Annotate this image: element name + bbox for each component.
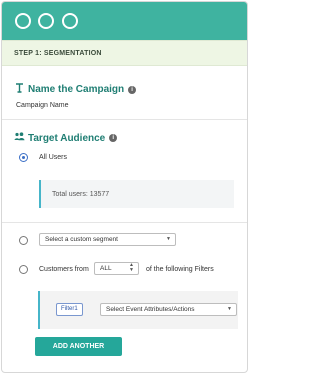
customers-scope-select[interactable]: ALL ▲ ▼ bbox=[94, 262, 139, 275]
window-circle-icon[interactable] bbox=[62, 13, 78, 29]
filter-tag: Filter1 bbox=[56, 303, 83, 316]
add-another-button[interactable]: ADD ANOTHER bbox=[35, 337, 122, 356]
divider bbox=[2, 222, 247, 223]
campaign-title-text: Name the Campaign bbox=[28, 84, 125, 95]
filter-row: Filter1 Select Event Attributes/Actions … bbox=[38, 291, 238, 329]
custom-segment-radio[interactable] bbox=[19, 236, 28, 245]
campaign-name-label: Campaign Name bbox=[16, 102, 69, 109]
app-window: STEP 1: SEGMENTATION Name the Campaign i… bbox=[1, 1, 248, 373]
info-icon[interactable]: i bbox=[128, 85, 137, 94]
users-icon bbox=[13, 132, 25, 144]
step-header: STEP 1: SEGMENTATION bbox=[2, 40, 247, 66]
customers-scope-value: ALL bbox=[100, 265, 112, 272]
event-attributes-select[interactable]: Select Event Attributes/Actions ▼ bbox=[100, 303, 237, 316]
text-cursor-icon bbox=[13, 83, 25, 96]
following-filters-label: of the following Filters bbox=[146, 266, 214, 273]
caret-down-icon: ▼ bbox=[227, 306, 232, 312]
info-icon[interactable]: i bbox=[109, 134, 118, 142]
window-circle-icon[interactable] bbox=[15, 13, 31, 29]
caret-updown-icon: ▲ ▼ bbox=[129, 262, 134, 273]
custom-segment-value: Select a custom segment bbox=[45, 236, 118, 243]
audience-section-title: Target Audience i bbox=[13, 132, 118, 144]
window-circle-icon[interactable] bbox=[38, 13, 54, 29]
audience-title-text: Target Audience bbox=[28, 132, 106, 144]
all-users-radio[interactable] bbox=[19, 153, 28, 162]
event-attributes-value: Select Event Attributes/Actions bbox=[106, 306, 195, 313]
custom-segment-select[interactable]: Select a custom segment ▼ bbox=[39, 233, 176, 246]
title-bar bbox=[2, 2, 247, 40]
divider bbox=[2, 119, 247, 120]
all-users-label: All Users bbox=[39, 154, 68, 161]
customers-from-label: Customers from bbox=[39, 266, 89, 273]
caret-down-icon: ▼ bbox=[166, 236, 171, 242]
total-users-box: Total users: 13577 bbox=[39, 180, 234, 208]
campaign-section-title: Name the Campaign i bbox=[13, 83, 137, 96]
customers-from-radio[interactable] bbox=[19, 265, 28, 274]
